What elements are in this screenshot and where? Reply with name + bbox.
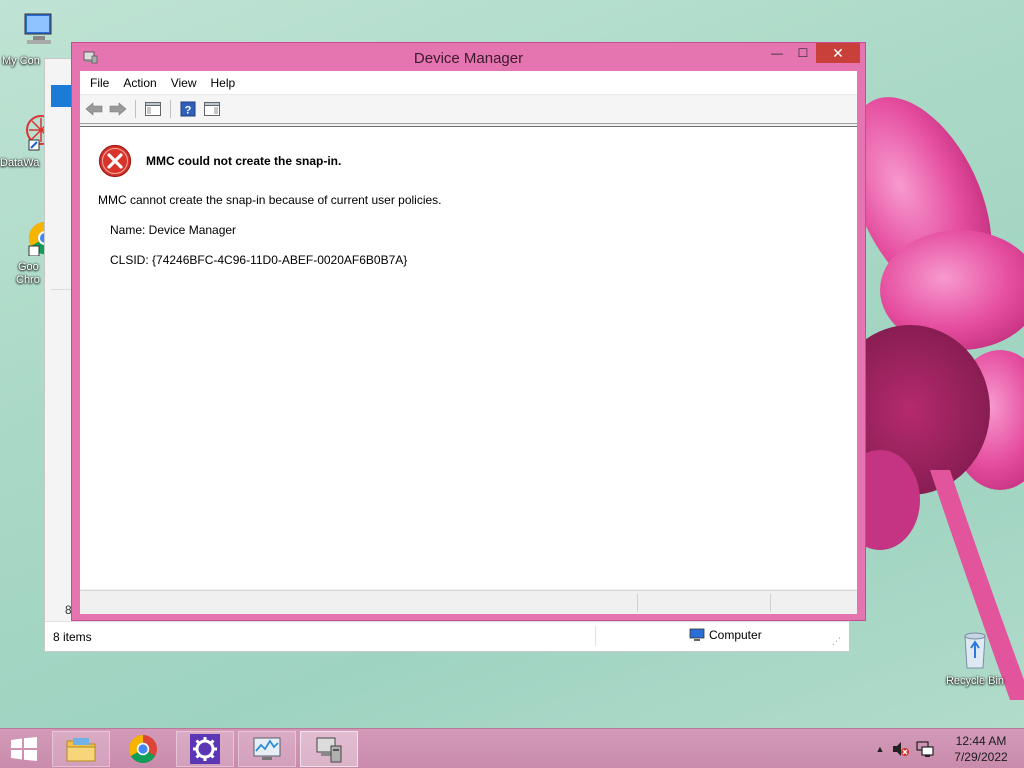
help-button[interactable]: ? (178, 99, 198, 119)
menu-bar: File Action View Help (80, 71, 857, 95)
windows-logo-icon (11, 737, 37, 761)
close-button[interactable]: ✕ (816, 43, 860, 63)
console-tree-icon (145, 102, 161, 116)
menu-help[interactable]: Help (204, 76, 243, 90)
performance-monitor-icon (253, 737, 281, 760)
error-header: MMC could not create the snap-in. (98, 144, 341, 178)
error-snapin-name: Name: Device Manager (110, 223, 237, 237)
desktop-icon-recycle-bin[interactable]: Recycle Bin (940, 630, 1010, 688)
computer-icon (689, 628, 705, 641)
taskbar: ▲ 12:44 AM 7/29/2022 (0, 728, 1024, 768)
window-title: Device Manager (413, 50, 524, 67)
svg-text:?: ? (185, 105, 192, 117)
background-window-statusbar: 8 items Computer ⋰ (45, 621, 849, 651)
status-bar (80, 590, 857, 614)
forward-icon (109, 102, 127, 116)
error-clsid: CLSID: {74246BFC-4C96-11D0-ABEF-0020AF6B… (110, 253, 408, 267)
device-manager-icon (316, 737, 342, 763)
computer-icon (24, 13, 52, 44)
error-message: MMC cannot create the snap-in because of… (98, 193, 442, 207)
clock-date: 7/29/2022 (954, 750, 1008, 764)
taskbar-device-manager[interactable] (300, 731, 358, 767)
menu-action[interactable]: Action (116, 76, 163, 90)
toolbar-separator (170, 100, 171, 118)
menu-view[interactable]: View (164, 76, 204, 90)
taskbar-clock[interactable]: 12:44 AM 7/29/2022 (944, 733, 1018, 765)
taskbar-file-explorer[interactable] (52, 731, 110, 767)
device-manager-window[interactable]: Device Manager — ☐ ✕ File Action View He… (71, 42, 866, 621)
desktop-icon-label: Recycle Bin (945, 675, 1005, 687)
forward-button[interactable] (108, 99, 128, 119)
system-tray: ▲ (872, 729, 936, 768)
maximize-button[interactable]: ☐ (790, 43, 816, 63)
clock-time: 12:44 AM (955, 734, 1007, 748)
volume-muted-icon[interactable] (888, 741, 914, 757)
taskbar-settings[interactable] (176, 731, 234, 767)
gear-icon (190, 734, 220, 764)
status-divider (770, 594, 771, 612)
status-divider (637, 594, 638, 612)
menu-file[interactable]: File (83, 76, 116, 90)
status-computer-label: Computer (709, 628, 762, 642)
taskbar-chrome[interactable] (114, 731, 172, 767)
show-hidden-icons-chevron-icon[interactable]: ▲ (872, 744, 888, 754)
action-pane-icon (204, 102, 220, 116)
recycle-bin-icon (964, 632, 986, 669)
chrome-icon (129, 735, 157, 763)
network-icon[interactable] (914, 741, 936, 757)
status-computer: Computer (689, 628, 762, 642)
show-hide-action-pane-button[interactable] (202, 99, 222, 119)
title-bar[interactable]: Device Manager — ☐ ✕ (72, 43, 865, 71)
error-content-pane: MMC could not create the snap-in. MMC ca… (80, 126, 857, 589)
window-client-area: File Action View Help ? MMC could not cr… (80, 71, 857, 614)
minimize-button[interactable]: — (764, 43, 790, 63)
divider (595, 626, 596, 646)
start-button[interactable] (0, 731, 48, 767)
resize-grip-icon[interactable]: ⋰ (832, 636, 841, 647)
error-icon (98, 144, 132, 178)
back-icon (85, 102, 103, 116)
back-button[interactable] (84, 99, 104, 119)
folder-icon (66, 738, 96, 762)
show-hide-console-tree-button[interactable] (143, 99, 163, 119)
toolbar-separator (135, 100, 136, 118)
toolbar: ? (80, 95, 857, 124)
help-icon: ? (180, 101, 196, 117)
status-item-count: 8 items (53, 630, 92, 644)
taskbar-resource-monitor[interactable] (238, 731, 296, 767)
error-heading: MMC could not create the snap-in. (146, 154, 342, 168)
